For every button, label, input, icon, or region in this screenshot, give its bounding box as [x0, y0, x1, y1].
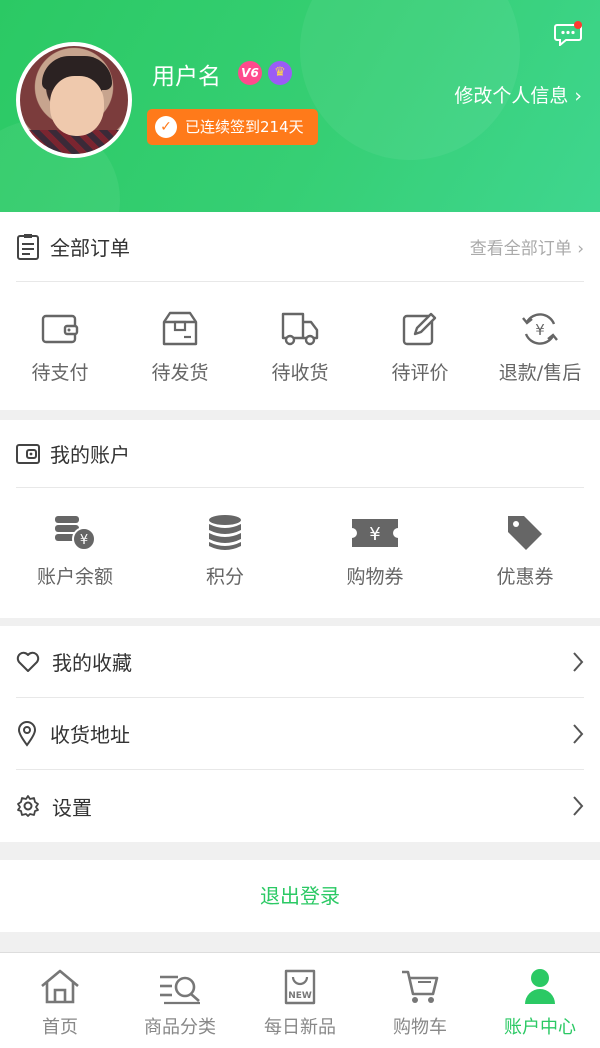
order-status-label: 待发货 [151, 362, 209, 384]
avatar[interactable] [16, 42, 132, 158]
header-decoration [300, 0, 520, 160]
account-header[interactable]: 我的账户 [16, 420, 584, 488]
orders-header[interactable]: 全部订单 查看全部订单 › [16, 212, 584, 282]
order-status-label: 待评价 [391, 362, 449, 384]
account-item-label: 积分 [205, 566, 244, 588]
svg-text:¥: ¥ [80, 533, 88, 548]
category-icon [160, 975, 200, 1005]
heart-icon [16, 651, 40, 672]
tab-label: 首页 [42, 1017, 78, 1038]
view-all-orders-link[interactable]: 查看全部订单 › [470, 234, 584, 259]
order-status-label: 待收货 [271, 362, 329, 384]
tab-label: 购物车 [393, 1017, 447, 1038]
tab-label: 每日新品 [264, 1017, 336, 1038]
account-title: 我的账户 [50, 443, 130, 467]
chevron-right-icon [573, 651, 584, 672]
notification-dot [574, 21, 582, 29]
tag-icon [508, 516, 542, 550]
chevron-right-icon [573, 796, 584, 816]
edit-profile-link[interactable]: 修改个人信息 › [454, 81, 582, 108]
check-icon: ✓ [155, 116, 177, 138]
tab-home[interactable]: 首页 [0, 953, 120, 1048]
account-shopping-vouchers[interactable]: ¥ 购物券 [300, 508, 450, 589]
menu-list: 我的收藏 收货地址 设置 [0, 626, 600, 842]
order-status-label: 待支付 [31, 362, 89, 384]
wallet-icon [41, 314, 79, 344]
signin-text: 已连续签到214天 [185, 118, 304, 136]
account-item-label: 优惠券 [496, 566, 554, 588]
tab-label: 商品分类 [144, 1017, 216, 1038]
tab-account-center[interactable]: 账户中心 [480, 953, 600, 1048]
refund-icon: ¥ [522, 313, 558, 345]
orders-title: 全部订单 [50, 236, 130, 260]
svg-text:¥: ¥ [535, 321, 545, 339]
logout-button[interactable]: 退出登录 [0, 860, 600, 932]
order-status-pending-payment[interactable]: 待支付 [0, 304, 120, 385]
account-coupons[interactable]: 优惠券 [450, 508, 600, 589]
svg-text:NEW: NEW [288, 991, 312, 1001]
order-status-to-receive[interactable]: 待收货 [240, 304, 360, 385]
user-icon [525, 969, 555, 1004]
svg-text:¥: ¥ [369, 524, 380, 545]
account-balance[interactable]: ¥ 账户余额 [0, 508, 150, 589]
profile-header: 用户名 V6 ♛ ✓ 已连续签到214天 修改个人信息 › [0, 0, 600, 212]
tab-daily-new[interactable]: NEW 每日新品 [240, 953, 360, 1048]
location-pin-icon [17, 720, 37, 747]
chevron-right-icon [573, 723, 584, 744]
account-card: 我的账户 ¥ 账户余额 积分 ¥ 购物券 优惠券 [0, 420, 600, 618]
wallet-outline-icon [16, 443, 40, 464]
package-icon [162, 311, 198, 346]
order-list-icon [17, 233, 39, 260]
order-status-grid: 待支付 待发货 待收货 待评价 ¥ 退款/售后 [0, 304, 600, 385]
crown-badge-icon: ♛ [268, 61, 292, 85]
new-bag-icon: NEW [284, 969, 316, 1005]
coins-icon: ¥ [55, 516, 96, 551]
order-status-refund[interactable]: ¥ 退款/售后 [480, 304, 600, 385]
home-icon [41, 969, 79, 1004]
bottom-tab-bar: 首页 商品分类 NEW 每日新品 购物车 账户中心 [0, 952, 600, 1048]
tab-categories[interactable]: 商品分类 [120, 953, 240, 1048]
address-row[interactable]: 收货地址 [16, 698, 584, 770]
cart-icon [402, 970, 439, 1003]
vip-level-badge: V6 [238, 61, 262, 85]
account-item-label: 购物券 [346, 566, 404, 588]
tab-label: 账户中心 [504, 1017, 576, 1038]
signin-streak-badge[interactable]: ✓ 已连续签到214天 [147, 109, 318, 145]
orders-card: 全部订单 查看全部订单 › 待支付 待发货 待收货 待评价 ¥ 退款/售后 [0, 212, 600, 410]
ticket-icon: ¥ [352, 519, 398, 547]
order-status-to-ship[interactable]: 待发货 [120, 304, 240, 385]
settings-label: 设置 [52, 795, 92, 820]
tab-cart[interactable]: 购物车 [360, 953, 480, 1048]
truck-icon [281, 312, 319, 346]
order-status-to-review[interactable]: 待评价 [360, 304, 480, 385]
account-item-label: 账户余额 [36, 566, 113, 588]
account-grid: ¥ 账户余额 积分 ¥ 购物券 优惠券 [0, 508, 600, 589]
username: 用户名 [152, 64, 221, 90]
account-points[interactable]: 积分 [150, 508, 300, 589]
favorites-label: 我的收藏 [52, 651, 132, 675]
favorites-row[interactable]: 我的收藏 [16, 626, 584, 698]
edit-icon [402, 312, 437, 346]
points-icon [209, 515, 241, 550]
gear-icon [17, 795, 39, 817]
order-status-label: 退款/售后 [498, 362, 582, 384]
address-label: 收货地址 [50, 723, 130, 747]
settings-row[interactable]: 设置 [16, 770, 584, 842]
